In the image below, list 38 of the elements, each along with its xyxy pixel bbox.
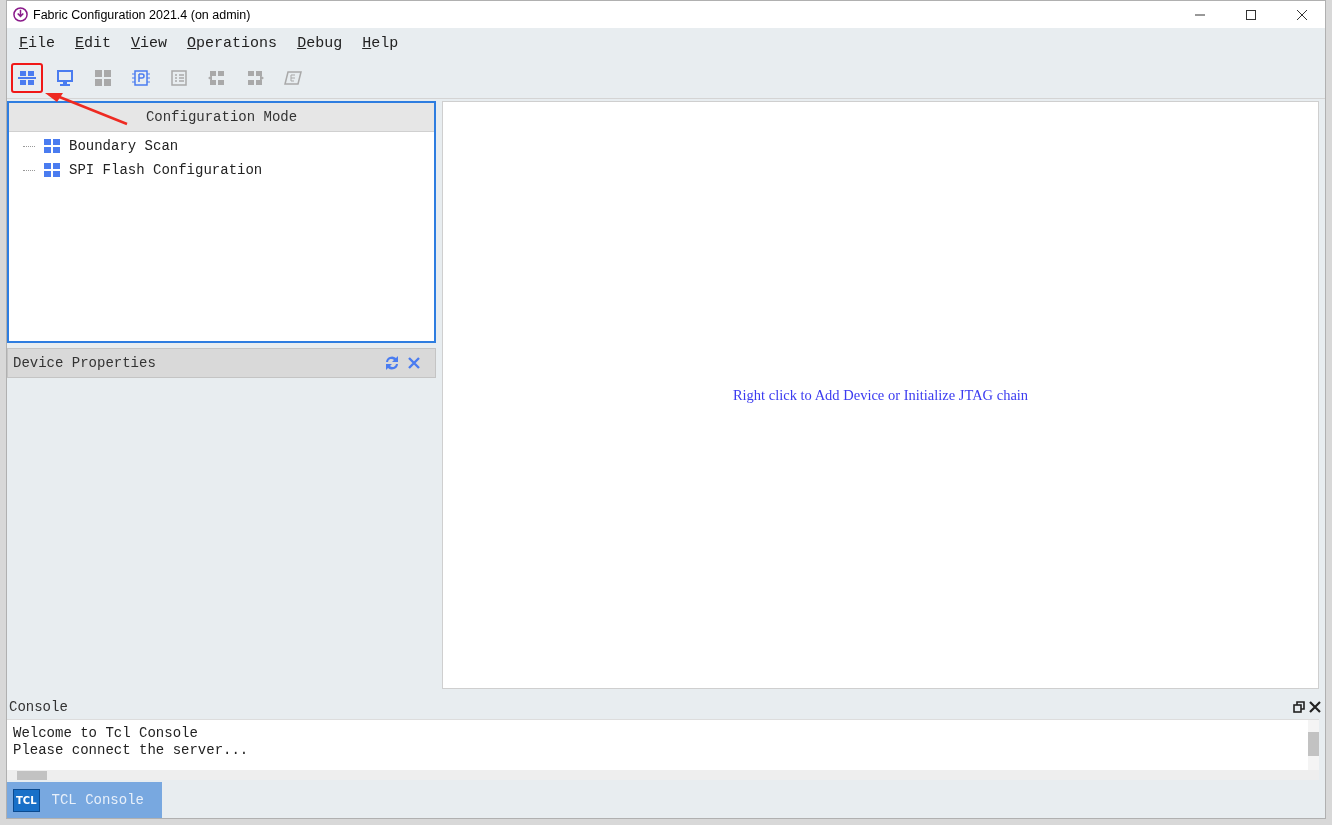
menu-item[interactable]: View: [123, 34, 180, 52]
chip-icon: [131, 68, 151, 88]
monitor-icon: [55, 68, 75, 88]
left-icon: [207, 68, 227, 88]
console-output[interactable]: Welcome to Tcl Console Please connect the server...: [7, 719, 1319, 780]
app-logo-icon: [13, 7, 28, 22]
console-tab[interactable]: TCL TCL Console: [7, 782, 162, 818]
menu-item[interactable]: Debug: [289, 34, 355, 52]
panel-title: Device Properties: [13, 355, 157, 371]
scrollbar-thumb[interactable]: [17, 770, 47, 780]
close-icon[interactable]: [1309, 701, 1321, 713]
console-title: Console: [9, 699, 69, 715]
console-line: Welcome to Tcl Console: [13, 725, 199, 742]
canvas-hint: Right click to Add Device or Initialize JTAG chain: [732, 386, 1029, 404]
tree-item[interactable]: Boundary Scan: [23, 134, 434, 158]
menu-item[interactable]: Help: [354, 34, 411, 52]
eraser-icon: [283, 68, 303, 88]
node-icon: [43, 162, 61, 178]
menu-item[interactable]: Operations: [179, 34, 290, 52]
window-title: Fabric Configuration 2021.4 (on admin): [33, 7, 252, 22]
list-icon: [169, 68, 189, 88]
tree-item[interactable]: SPI Flash Configuration: [23, 158, 434, 182]
node-icon: [43, 138, 61, 154]
scrollbar-thumb[interactable]: [1308, 732, 1319, 756]
console-line: Please connect the server...: [13, 742, 250, 759]
tcl-badge: TCL: [13, 788, 40, 812]
right-icon: [245, 68, 265, 88]
close-icon: [1296, 8, 1308, 21]
toolbar-button[interactable]: [11, 63, 43, 93]
device-canvas[interactable]: Right click to Add Device or Initialize JTAG chain: [442, 101, 1319, 689]
panel-title: Configuration Mode: [145, 109, 298, 125]
grid-icon: [93, 68, 113, 88]
restore-icon[interactable]: [1293, 701, 1305, 713]
menu-item[interactable]: Edit: [67, 34, 124, 52]
maximize-icon: [1245, 8, 1257, 21]
chain-icon: [17, 68, 37, 88]
refresh-icon[interactable]: [383, 354, 401, 372]
menu-item[interactable]: File: [11, 34, 68, 52]
